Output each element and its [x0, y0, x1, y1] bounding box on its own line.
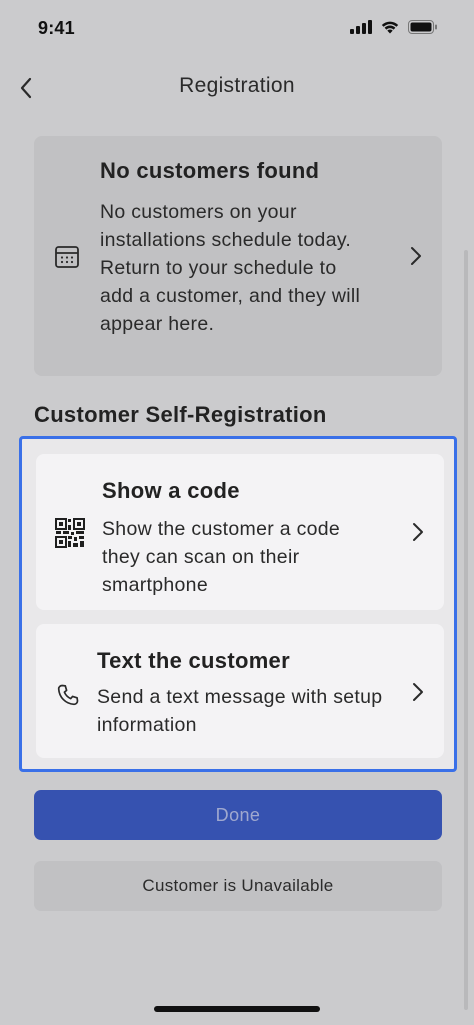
- registration-screen: 9:41 Registration No customers found No …: [0, 0, 474, 1025]
- section-title-self-registration: Customer Self-Registration: [34, 402, 327, 427]
- text-customer-option[interactable]: Text the customer Send a text message wi…: [36, 624, 444, 758]
- nav-header: Registration: [0, 62, 474, 114]
- show-code-option[interactable]: Show a code Show the customer a code the…: [36, 454, 444, 610]
- cellular-signal-icon: [350, 20, 372, 34]
- page-title: Registration: [179, 74, 295, 97]
- status-icons: [350, 20, 438, 34]
- wifi-icon: [381, 21, 399, 34]
- status-bar: 9:41: [0, 0, 474, 56]
- no-customers-title: No customers found: [100, 158, 320, 183]
- calendar-icon: [54, 244, 80, 275]
- show-code-title: Show a code: [102, 478, 240, 503]
- chevron-right-icon: [412, 522, 424, 547]
- home-indicator[interactable]: [154, 1006, 320, 1012]
- done-button[interactable]: Done: [34, 790, 442, 840]
- battery-icon: [408, 20, 437, 34]
- customer-unavailable-button[interactable]: Customer is Unavailable: [34, 861, 442, 911]
- no-customers-card[interactable]: No customers found No customers on your …: [34, 136, 442, 376]
- show-code-description: Show the customer a code they can scan o…: [102, 518, 341, 596]
- phone-icon: [56, 683, 80, 712]
- scrollbar[interactable]: [464, 250, 468, 1010]
- chevron-right-icon: [410, 246, 422, 271]
- text-customer-description: Send a text message with setup informati…: [97, 686, 383, 736]
- status-time: 9:41: [38, 18, 75, 38]
- qr-code-icon: [55, 518, 85, 553]
- chevron-right-icon: [412, 682, 424, 707]
- self-registration-options: Show a code Show the customer a code the…: [19, 436, 457, 772]
- no-customers-body: No customers on your installations sched…: [100, 201, 361, 335]
- text-customer-title: Text the customer: [97, 648, 290, 673]
